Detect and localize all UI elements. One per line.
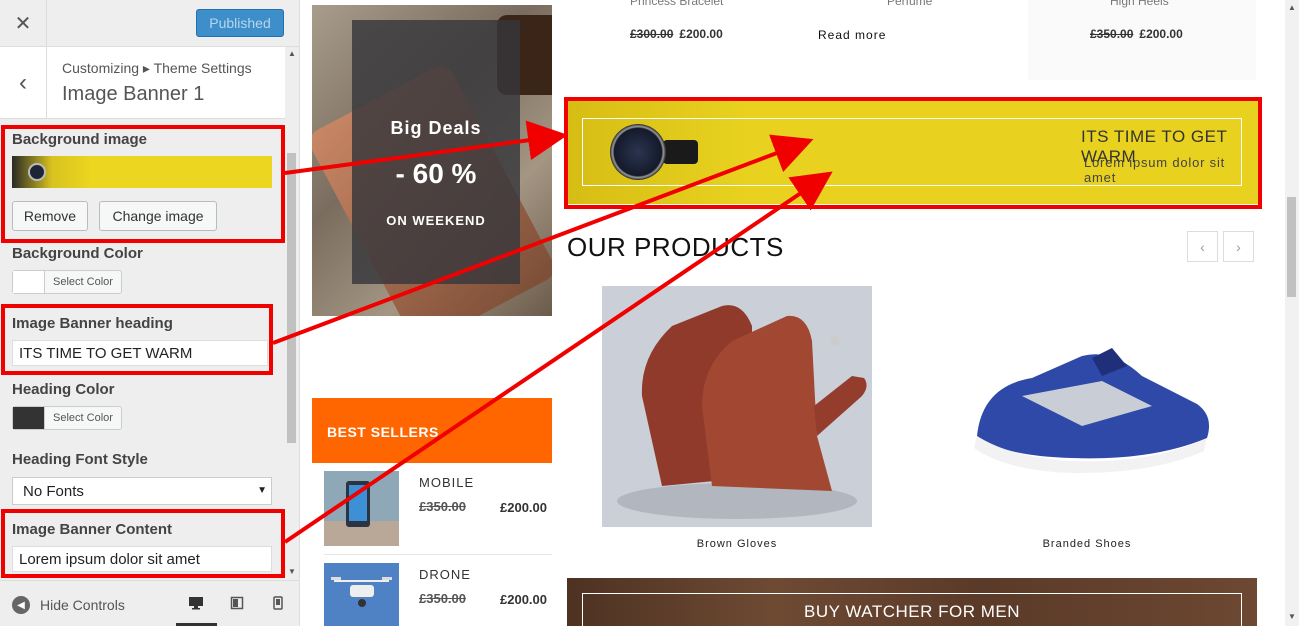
select-color-label: Select Color [53, 276, 113, 288]
promo-title: Big Deals [390, 118, 482, 138]
annotation-box-banner [564, 97, 1262, 209]
section-header: ‹ Customizing ▸ Theme Settings Image Ban… [0, 47, 285, 119]
scrollbar-thumb[interactable] [287, 153, 296, 443]
font-style-value: No Fonts [23, 482, 84, 500]
customizer-header: ✕ Published [0, 0, 299, 47]
product-name: High Heels [1110, 0, 1169, 8]
collapse-icon: ◀ [12, 596, 30, 614]
section-title: Image Banner 1 [62, 83, 205, 105]
prev-arrow-icon[interactable]: ‹ [1187, 231, 1218, 262]
color-swatch [13, 407, 45, 429]
old-price: £350.00 [1090, 27, 1134, 41]
annotation-box-heading [1, 304, 273, 375]
price-row: £350.00 £200.00 [1090, 27, 1183, 41]
old-price: £350.00 [419, 591, 466, 606]
annotation-box-background-image [1, 125, 285, 243]
bestseller-name[interactable]: DRONE [419, 567, 471, 582]
background-color-picker[interactable]: Select Color [12, 270, 122, 294]
new-price: £200.00 [679, 27, 723, 41]
scroll-down-icon[interactable]: ▼ [288, 567, 296, 576]
dropdown-caret-icon: ▼ [257, 485, 267, 496]
site-preview: Princess Bracelet £300.00 £200.00 Perfume… [300, 0, 1285, 626]
old-price: £300.00 [630, 27, 674, 41]
brown-gloves-image[interactable] [602, 286, 872, 527]
big-deals-promo[interactable]: Big Deals - 60 % ON WEEKEND [312, 5, 552, 316]
new-price: £200.00 [500, 500, 547, 515]
drone-thumbnail[interactable] [324, 563, 399, 626]
scroll-up-icon[interactable]: ▲ [288, 49, 296, 58]
promo-discount: - 60 % [395, 158, 477, 189]
hide-controls-button[interactable]: ◀ Hide Controls [12, 596, 125, 614]
watches-banner[interactable]: BUY WATCHER FOR MEN [567, 578, 1257, 626]
best-sellers-header: BEST SELLERS [312, 398, 552, 463]
promo-overlay: Big Deals - 60 % ON WEEKEND [352, 20, 520, 284]
preview-scrollbar[interactable]: ▲ ▼ [1285, 0, 1299, 626]
read-more-link[interactable]: Read more [818, 28, 886, 42]
scrollbar-thumb[interactable] [1287, 197, 1296, 297]
mobile-thumbnail[interactable] [324, 471, 399, 546]
heading-color-label: Heading Color [12, 381, 115, 398]
product-card-princess-bracelet[interactable]: Princess Bracelet [630, 0, 723, 8]
font-style-label: Heading Font Style [12, 451, 148, 468]
heading-color-picker[interactable]: Select Color [12, 406, 122, 430]
product-name: Perfume [887, 0, 933, 8]
product-name: Princess Bracelet [630, 0, 724, 8]
watches-banner-text: BUY WATCHER FOR MEN [803, 602, 1021, 621]
customizer-footer: ◀ Hide Controls [0, 580, 299, 626]
our-products-title: OUR PRODUCTS [567, 232, 784, 262]
price-row: £300.00 £200.00 [630, 27, 723, 41]
annotation-box-content [1, 509, 285, 578]
scroll-up-icon[interactable]: ▲ [1288, 3, 1296, 12]
hide-controls-label: Hide Controls [40, 597, 125, 613]
color-swatch [13, 271, 45, 293]
select-color-label: Select Color [53, 412, 113, 424]
divider [324, 554, 552, 555]
product-name-branded-shoes[interactable]: Branded Shoes [952, 538, 1222, 550]
desktop-preview-icon[interactable] [186, 593, 206, 613]
font-style-select[interactable]: No Fonts ▼ [12, 477, 272, 505]
mobile-preview-icon[interactable] [268, 593, 288, 613]
branded-shoes-image[interactable] [952, 286, 1222, 527]
breadcrumb: Customizing ▸ Theme Settings [62, 60, 252, 76]
promo-subtitle: ON WEEKEND [386, 213, 486, 228]
scroll-down-icon[interactable]: ▼ [1288, 612, 1296, 621]
tablet-preview-icon[interactable] [227, 593, 247, 613]
background-color-label: Background Color [12, 245, 143, 262]
sidebar-scrollbar[interactable]: ▲ ▼ [285, 47, 299, 579]
published-button[interactable]: Published [196, 9, 284, 37]
back-arrow-icon[interactable]: ‹ [0, 47, 47, 119]
old-price: £350.00 [419, 499, 466, 514]
bestseller-name[interactable]: MOBILE [419, 475, 474, 490]
close-icon[interactable]: ✕ [0, 0, 47, 46]
product-name-brown-gloves[interactable]: Brown Gloves [602, 538, 872, 550]
new-price: £200.00 [1139, 27, 1183, 41]
new-price: £200.00 [500, 592, 547, 607]
next-arrow-icon[interactable]: › [1223, 231, 1254, 262]
